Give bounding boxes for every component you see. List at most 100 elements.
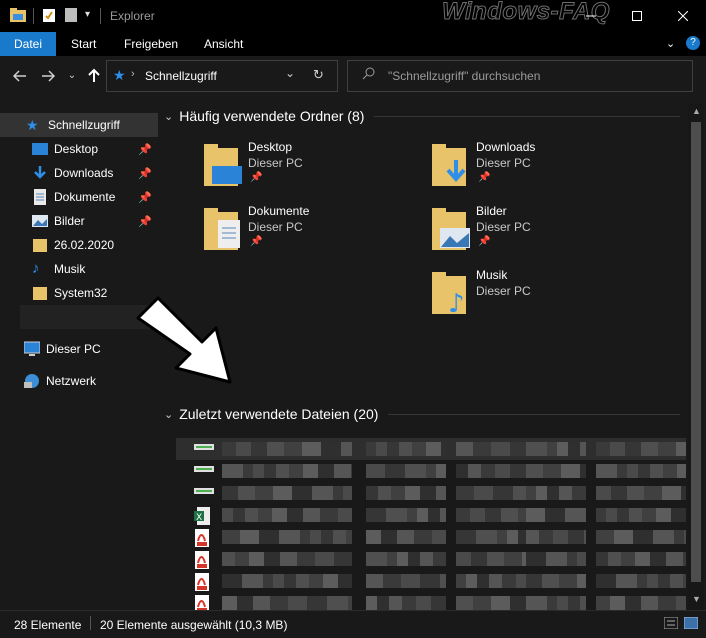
obscured-text-block: [280, 552, 297, 566]
sidebar-item-26-02-2020[interactable]: 26.02.2020: [0, 233, 158, 257]
folder-name: Dokumente: [248, 204, 310, 218]
sidebar-item-desktop[interactable]: Desktop 📌: [0, 137, 158, 161]
obscured-text-block: [245, 508, 258, 522]
obscured-text-block: [542, 574, 559, 588]
obscured-text-block: [557, 442, 568, 456]
tiles-view-icon[interactable]: [683, 616, 699, 632]
sidebar-item-label: Downloads: [54, 166, 114, 180]
folder-name: Bilder: [476, 204, 507, 218]
up-button[interactable]: [84, 66, 104, 86]
scroll-thumb[interactable]: [691, 122, 701, 582]
refresh-icon[interactable]: ↻: [313, 67, 324, 83]
obscured-text-block: [222, 530, 240, 544]
separator: [100, 8, 101, 24]
sidebar-item-dokumente[interactable]: Dokumente 📌: [0, 185, 158, 209]
generic-file-icon: [194, 463, 214, 478]
sidebar-item-downloads[interactable]: Downloads 📌: [0, 161, 158, 185]
group-header-recent[interactable]: ⌄ Zuletzt verwendete Dateien (20): [164, 406, 680, 422]
recent-file-row[interactable]: [176, 438, 686, 460]
obscured-text-block: [289, 464, 303, 478]
obscured-text-block: [477, 574, 489, 588]
obscured-text-block: [426, 464, 436, 478]
back-button[interactable]: [10, 66, 30, 86]
recent-file-row[interactable]: [176, 526, 686, 548]
forward-button[interactable]: [38, 66, 58, 86]
obscured-text-block: [253, 596, 270, 610]
title-bar: ▾ Explorer Windows-FAQ: [0, 0, 706, 32]
recent-file-row[interactable]: [176, 570, 686, 592]
obscured-text-block: [617, 508, 629, 522]
folder-icon: [32, 237, 48, 253]
vertical-scrollbar[interactable]: ▲ ▼: [688, 104, 704, 610]
close-button[interactable]: [660, 0, 706, 32]
pin-icon: 📌: [138, 191, 152, 204]
obscured-text-block: [309, 574, 323, 588]
folder-tile-musik[interactable]: ♪ Musik Dieser PC: [406, 268, 606, 328]
new-folder-icon[interactable]: [64, 7, 78, 26]
obscured-text-block: [428, 508, 440, 522]
recent-file-row[interactable]: [176, 460, 686, 482]
obscured-text-block: [456, 508, 470, 522]
sidebar-item-musik[interactable]: ♪ Musik: [0, 257, 158, 281]
pdf-file-icon: [194, 529, 210, 550]
obscured-text-block: [288, 596, 307, 610]
minimize-button[interactable]: [568, 0, 614, 32]
chevron-down-icon[interactable]: ⌄: [285, 66, 295, 80]
scroll-down-icon[interactable]: ▼: [692, 594, 701, 604]
tab-freigeben[interactable]: Freigeben: [110, 32, 192, 56]
sidebar-item-label: Netzwerk: [46, 374, 97, 388]
sidebar-item-schnellzugriff[interactable]: ★ Schnellzugriff: [0, 113, 158, 137]
details-view-icon[interactable]: [663, 616, 679, 632]
properties-icon[interactable]: [42, 7, 56, 26]
help-icon[interactable]: ?: [686, 36, 700, 50]
folder-tile-desktop[interactable]: Desktop Dieser PC 📌: [178, 140, 378, 200]
obscured-text-block: [658, 442, 676, 456]
obscured-text-block: [320, 508, 338, 522]
folder-tile-bilder[interactable]: Bilder Dieser PC 📌: [406, 204, 606, 264]
obscured-text-block: [627, 486, 644, 500]
maximize-button[interactable]: [614, 0, 660, 32]
address-bar[interactable]: ★ › Schnellzugriff ⌄ ↻: [106, 60, 338, 92]
obscured-text-block: [468, 464, 481, 478]
tab-ansicht[interactable]: Ansicht: [190, 32, 257, 56]
customize-toolbar-icon[interactable]: ▾: [85, 9, 90, 20]
obscured-text-block: [222, 508, 233, 522]
tab-start[interactable]: Start: [57, 32, 110, 56]
obscured-text-block: [565, 508, 586, 522]
obscured-text-block: [557, 596, 568, 610]
folder-tile-downloads[interactable]: Downloads Dieser PC 📌: [406, 140, 606, 200]
search-box[interactable]: "Schnellzugriff" durchsuchen: [347, 60, 693, 92]
obscured-text-block: [333, 486, 343, 500]
obscured-text-block: [608, 552, 621, 566]
recent-file-row[interactable]: [176, 482, 686, 504]
group-header-frequent[interactable]: ⌄ Häufig verwendete Ordner (8): [164, 108, 680, 124]
obscured-text-block: [614, 530, 633, 544]
obscured-text-block: [476, 530, 497, 544]
obscured-text-block: [617, 464, 627, 478]
obscured-text-block: [399, 442, 412, 456]
recent-locations-icon[interactable]: ⌄: [62, 66, 82, 86]
obscured-text-block: [637, 574, 647, 588]
recent-file-row[interactable]: [176, 548, 686, 570]
scroll-up-icon[interactable]: ▲: [692, 106, 701, 116]
obscured-text-block: [670, 574, 683, 588]
obscured-text-block: [258, 508, 272, 522]
recent-file-row[interactable]: X: [176, 504, 686, 526]
pin-icon: 📌: [138, 143, 152, 156]
obscured-text-block: [526, 596, 547, 610]
music-icon: ♪: [32, 260, 40, 277]
obscured-text-block: [405, 486, 420, 500]
obscured-text-block: [526, 574, 542, 588]
svg-text:X: X: [196, 513, 202, 523]
obscured-text-block: [471, 552, 487, 566]
obscured-text-block: [338, 508, 352, 522]
obscured-text-block: [580, 442, 586, 456]
tab-datei[interactable]: Datei: [0, 32, 57, 56]
obscured-text-block: [237, 596, 253, 610]
sidebar-item-bilder[interactable]: Bilder 📌: [0, 209, 158, 233]
folder-tile-dokumente[interactable]: Dokumente Dieser PC 📌: [178, 204, 378, 264]
obscured-text-block: [238, 486, 255, 500]
obscured-text-block: [526, 486, 536, 500]
expand-ribbon-icon[interactable]: ⌄: [666, 37, 675, 50]
star-icon: ★: [113, 67, 126, 83]
